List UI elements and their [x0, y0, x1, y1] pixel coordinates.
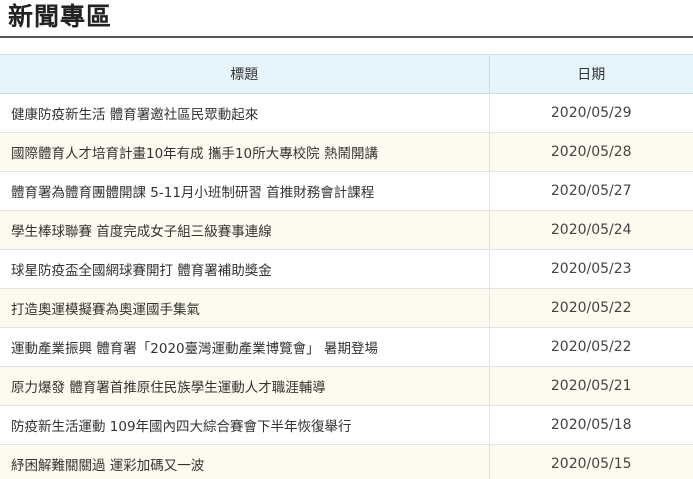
news-date: 2020/05/22: [489, 327, 693, 367]
news-title-link[interactable]: 防疫新生活運動 109年國內四大綜合賽會下半年恢復舉行: [0, 405, 490, 445]
news-title-link[interactable]: 紓困解難關關過 運彩加碼又一波: [0, 444, 490, 479]
column-header-date: 日期: [489, 54, 693, 94]
news-title-link[interactable]: 健康防疫新生活 體育署邀社區民眾動起來: [0, 93, 490, 133]
news-date: 2020/05/24: [489, 210, 693, 250]
table-row[interactable]: 原力爆發 體育署首推原住民族學生運動人才職涯輔導 2020/05/21: [0, 366, 693, 406]
news-title-link[interactable]: 球星防疫盃全國網球賽開打 體育署補助獎金: [0, 249, 490, 289]
news-title-link[interactable]: 運動產業振興 體育署「2020臺灣運動產業博覽會」 暑期登場: [0, 327, 490, 367]
header-row: 標題 日期: [0, 54, 693, 94]
news-date: 2020/05/23: [489, 249, 693, 289]
table-row[interactable]: 體育署為體育團體開課 5-11月小班制研習 首推財務會計課程 2020/05/27: [0, 171, 693, 211]
news-date: 2020/05/22: [489, 288, 693, 328]
news-date: 2020/05/29: [489, 93, 693, 133]
news-date: 2020/05/15: [489, 444, 693, 479]
column-header-title: 標題: [0, 54, 490, 94]
news-title-link[interactable]: 國際體育人才培育計畫10年有成 攜手10所大專校院 熱鬧開講: [0, 132, 490, 172]
table-row[interactable]: 運動產業振興 體育署「2020臺灣運動產業博覽會」 暑期登場 2020/05/22: [0, 327, 693, 367]
news-title-link[interactable]: 原力爆發 體育署首推原住民族學生運動人才職涯輔導: [0, 366, 490, 406]
news-date: 2020/05/28: [489, 132, 693, 172]
table-row[interactable]: 球星防疫盃全國網球賽開打 體育署補助獎金 2020/05/23: [0, 249, 693, 289]
news-date: 2020/05/18: [489, 405, 693, 445]
news-table-body: 健康防疫新生活 體育署邀社區民眾動起來 2020/05/29 國際體育人才培育計畫1…: [0, 93, 693, 479]
page-title: 新聞專區: [8, 2, 113, 31]
news-date: 2020/05/21: [489, 366, 693, 406]
news-title-link[interactable]: 打造奧運模擬賽為奧運國手集氣: [0, 288, 490, 328]
table-row[interactable]: 健康防疫新生活 體育署邀社區民眾動起來 2020/05/29: [0, 93, 693, 133]
table-row[interactable]: 國際體育人才培育計畫10年有成 攜手10所大專校院 熱鬧開講 2020/05/28: [0, 132, 693, 172]
table-row[interactable]: 打造奧運模擬賽為奧運國手集氣 2020/05/22: [0, 288, 693, 328]
table-row[interactable]: 紓困解難關關過 運彩加碼又一波 2020/05/15: [0, 444, 693, 479]
table-row[interactable]: 學生棒球聯賽 首度完成女子組三級賽事連線 2020/05/24: [0, 210, 693, 250]
page-header: 新聞專區: [0, 0, 693, 38]
table-row[interactable]: 防疫新生活運動 109年國內四大綜合賽會下半年恢復舉行 2020/05/18: [0, 405, 693, 445]
news-date: 2020/05/27: [489, 171, 693, 211]
news-table: 標題 日期 健康防疫新生活 體育署邀社區民眾動起來 2020/05/29 國際體育人…: [0, 54, 693, 479]
news-title-link[interactable]: 體育署為體育團體開課 5-11月小班制研習 首推財務會計課程: [0, 171, 490, 211]
news-table-header: 標題 日期: [0, 54, 693, 94]
news-title-link[interactable]: 學生棒球聯賽 首度完成女子組三級賽事連線: [0, 210, 490, 250]
